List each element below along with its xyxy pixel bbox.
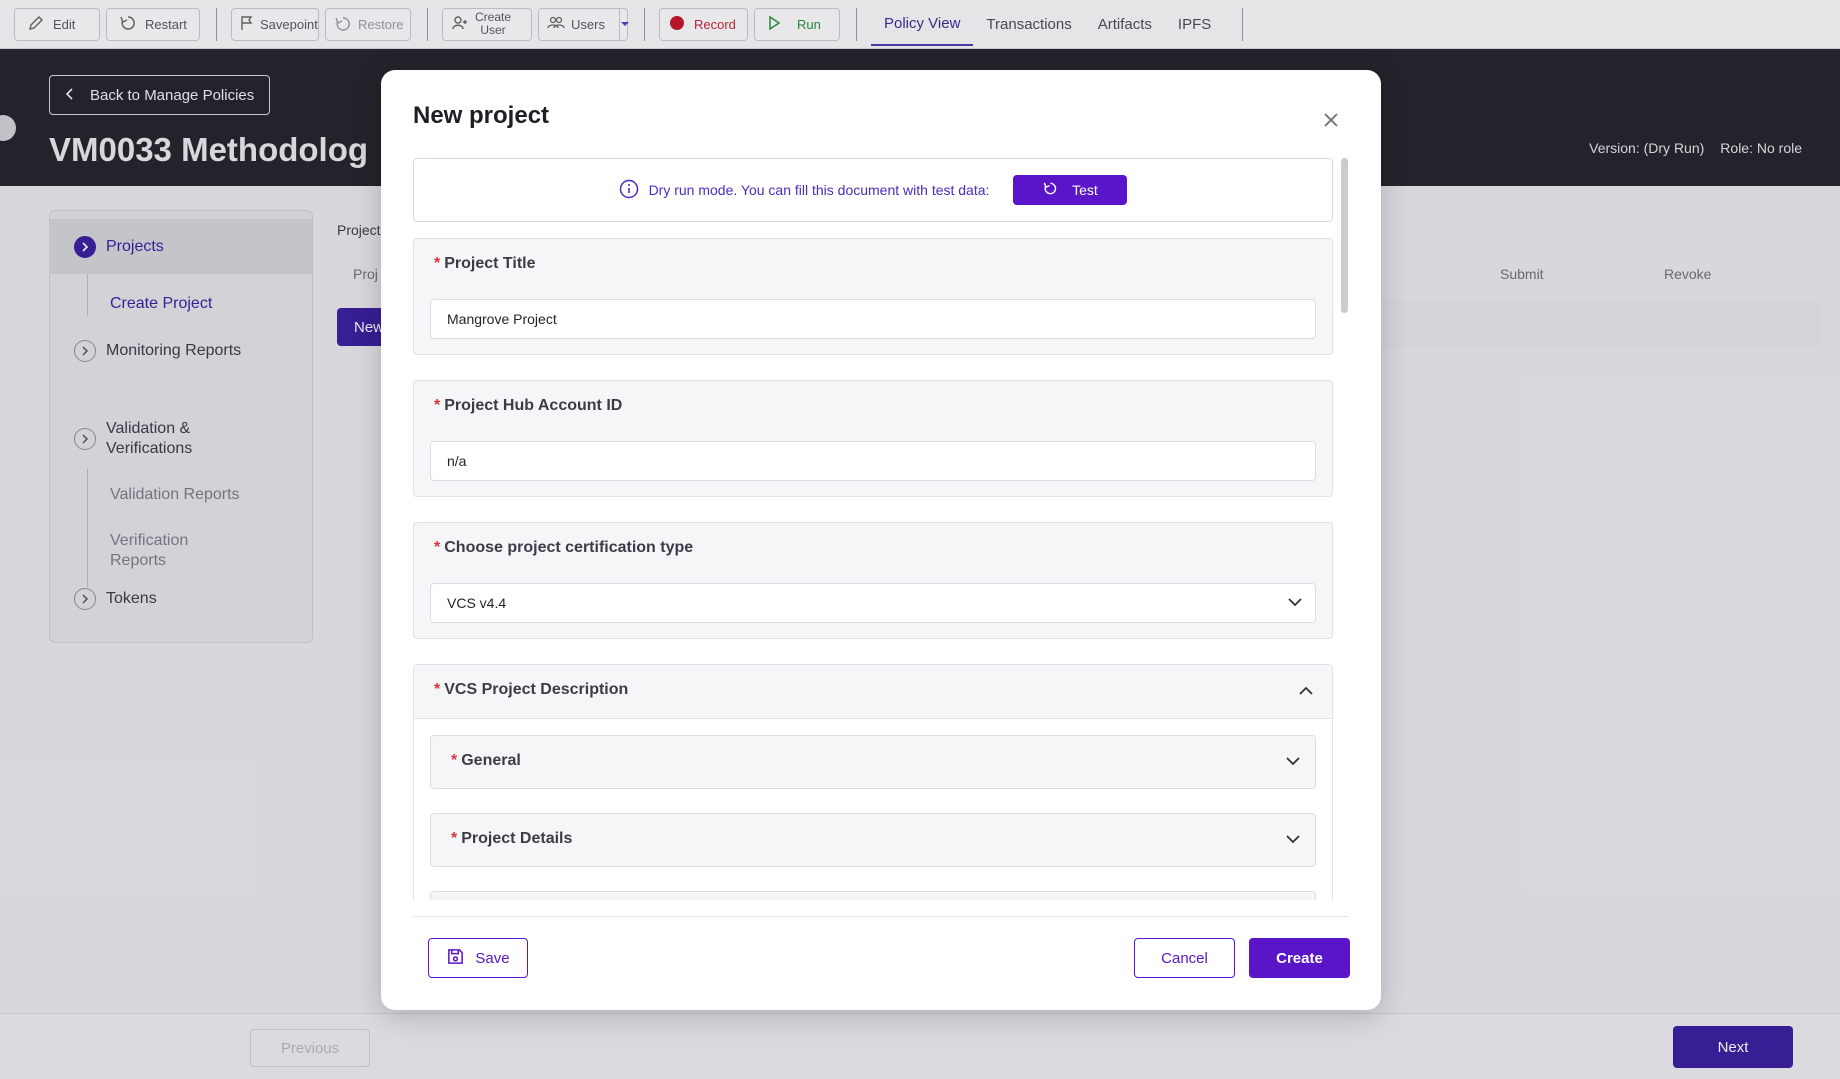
label-text: Project Title <box>444 255 536 272</box>
dialog-scrollbar[interactable] <box>1341 158 1348 313</box>
required-marker: * <box>434 681 441 698</box>
selected-value: VCS v4.4 <box>447 595 507 611</box>
project-title-input[interactable]: Mangrove Project <box>430 299 1316 339</box>
floppy-disk-icon <box>446 947 465 970</box>
refresh-icon <box>1043 181 1058 199</box>
create-button[interactable]: Create <box>1249 938 1350 978</box>
test-label: Test <box>1072 182 1098 198</box>
project-title-group: * Project Title Mangrove Project <box>413 238 1333 355</box>
chevron-up-icon <box>1298 683 1314 704</box>
vcs-description-group: * VCS Project Description * General * Proje… <box>413 664 1333 900</box>
required-marker: * <box>434 539 441 556</box>
field-label: * Choose project certification type <box>434 539 693 557</box>
section-header[interactable]: * VCS Project Description <box>414 665 1332 719</box>
save-button[interactable]: Save <box>428 938 528 978</box>
label-text: Project Details <box>461 830 573 847</box>
field-label: * Project Title <box>434 255 536 273</box>
chevron-down-icon <box>1287 594 1303 613</box>
project-details-section[interactable]: * Project Details <box>430 813 1316 867</box>
info-icon <box>619 179 639 202</box>
dry-run-banner: Dry run mode. You can fill this document… <box>413 158 1333 222</box>
test-data-button[interactable]: Test <box>1013 175 1128 205</box>
dry-run-text: Dry run mode. You can fill this document… <box>648 182 990 198</box>
required-marker: * <box>451 830 458 847</box>
hub-account-group: * Project Hub Account ID n/a <box>413 380 1333 497</box>
save-label: Save <box>475 949 510 967</box>
field-label: * VCS Project Description <box>434 681 628 699</box>
field-label: * Project Hub Account ID <box>434 397 622 415</box>
certification-type-group: * Choose project certification type VCS v… <box>413 522 1333 639</box>
hub-account-input[interactable]: n/a <box>430 441 1316 481</box>
label-text: Choose project certification type <box>444 539 694 556</box>
chevron-down-icon <box>1285 753 1301 774</box>
required-marker: * <box>434 255 441 272</box>
field-label: * General <box>451 752 521 770</box>
close-icon[interactable] <box>1321 110 1341 130</box>
new-project-dialog: New project Dry run mode. You can fill t… <box>381 70 1381 1010</box>
next-section[interactable] <box>430 891 1316 900</box>
label-text: VCS Project Description <box>444 681 629 698</box>
label-text: General <box>461 752 521 769</box>
general-section[interactable]: * General <box>430 735 1316 789</box>
dialog-form: Dry run mode. You can fill this document… <box>413 158 1333 900</box>
cancel-button[interactable]: Cancel <box>1134 938 1235 978</box>
certification-type-select[interactable]: VCS v4.4 <box>430 583 1316 623</box>
label-text: Project Hub Account ID <box>444 397 623 414</box>
dialog-title: New project <box>413 102 550 129</box>
field-label: * Project Details <box>451 830 572 848</box>
footer-divider <box>413 916 1348 917</box>
required-marker: * <box>434 397 441 414</box>
chevron-down-icon <box>1285 831 1301 852</box>
required-marker: * <box>451 752 458 769</box>
